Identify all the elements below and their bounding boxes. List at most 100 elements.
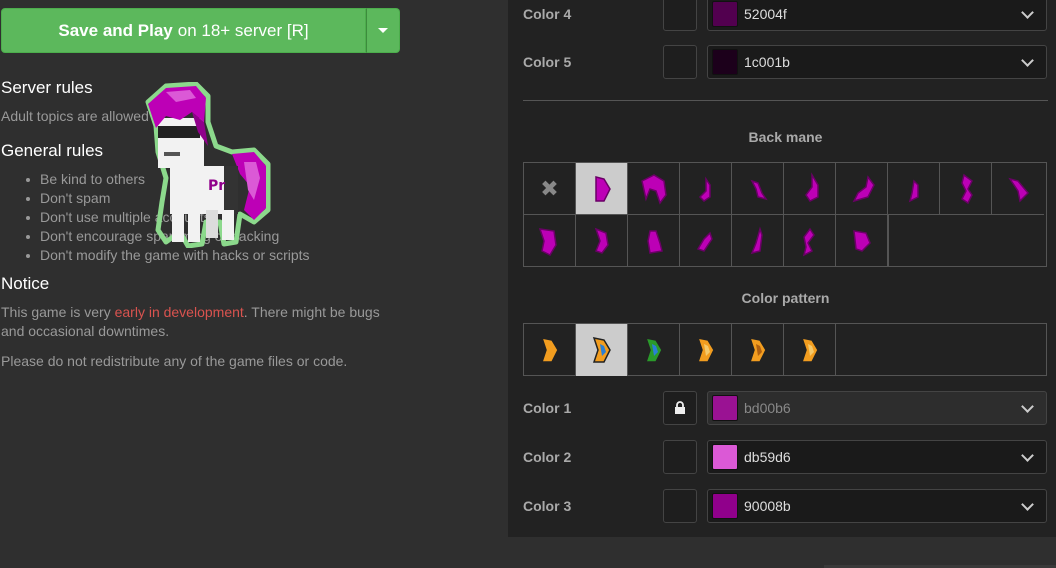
rule-item: Don't modify the game with hacks or scri… [26,247,310,263]
color-3-lock-toggle[interactable] [663,489,697,523]
chevron-down-icon [1021,449,1034,462]
redistribute-notice: Please do not redistribute any of the ga… [1,353,348,369]
back-mane-none-option[interactable]: ✖ [524,163,576,215]
back-mane-option[interactable] [992,163,1044,215]
back-mane-option[interactable] [940,163,992,215]
x-icon: ✖ [540,175,559,201]
back-mane-option[interactable] [628,163,680,215]
color-2-hex: db59d6 [744,449,791,465]
color-1-swatch [712,395,738,421]
mane-shape-icon [640,173,667,205]
color-pattern-option[interactable] [680,324,732,376]
chevron-down-icon [1021,498,1034,511]
back-mane-empty-slot [940,215,992,267]
server-dropdown-toggle[interactable] [366,8,400,53]
back-mane-option[interactable] [628,215,680,267]
back-mane-option[interactable] [836,215,888,267]
mane-shape-icon [804,171,819,202]
back-mane-option[interactable] [576,163,628,215]
color-4-select[interactable]: 52004f [707,0,1047,31]
mane-shape-icon [852,230,871,252]
color-1-label: Color 1 [523,400,572,416]
color-1-lock-toggle[interactable] [663,391,697,425]
color-1-row: Color 1 bd00b6 [523,391,1048,425]
chevron-down-icon [1021,6,1034,19]
play-button-server: on 18+ server [R] [177,20,309,40]
mane-shape-icon [698,176,711,202]
pony-editor-panel: Color 4 52004f Color 5 1c001b Back mane … [508,0,1056,537]
back-mane-option[interactable] [784,163,836,215]
back-mane-title: Back mane [748,129,823,145]
color-pattern-option[interactable] [732,324,784,376]
color-4-row: Color 4 52004f [523,0,1048,31]
back-mane-option[interactable] [680,163,732,215]
server-rules-text: Adult topics are allowed [1,108,149,124]
back-mane-option[interactable] [836,163,888,215]
color-pattern-title: Color pattern [741,290,830,306]
server-rules-heading: Server rules [1,78,93,97]
color-pattern-option[interactable] [628,324,680,376]
color-3-swatch [712,493,738,519]
color-pattern-option[interactable] [784,324,836,376]
back-mane-option[interactable] [680,215,732,267]
back-mane-option[interactable] [732,215,784,267]
general-rules-heading: General rules [1,141,104,160]
back-mane-empty-slot [888,215,940,267]
color-5-row: Color 5 1c001b [523,45,1048,79]
back-mane-option[interactable] [524,215,576,267]
mane-shape-icon [594,227,609,254]
color-5-select[interactable]: 1c001b [707,45,1047,79]
color-2-lock-toggle[interactable] [663,440,697,474]
pattern-shape-icon [696,337,715,363]
color-3-hex: 90008b [744,498,791,514]
mane-shape-icon [852,174,875,202]
pony-preview-image[interactable]: Pr [136,82,272,248]
save-and-play-button[interactable]: Save and Play on 18+ server [R] [1,8,366,53]
color-4-lock-toggle[interactable] [663,0,697,31]
mane-shape-icon [696,231,713,252]
color-pattern-grid [523,323,1047,376]
color-2-select[interactable]: db59d6 [707,440,1047,474]
color-4-hex: 52004f [744,6,787,22]
color-3-row: Color 3 90008b [523,489,1048,523]
mane-shape-icon [1008,177,1030,203]
color-pattern-option[interactable] [524,324,576,376]
color-1-select[interactable]: bd00b6 [707,391,1047,425]
mane-shape-icon [750,226,763,255]
color-2-row: Color 2 db59d6 [523,440,1048,474]
pattern-shape-icon [592,337,611,363]
notice-heading: Notice [1,274,50,293]
mane-shape-icon [594,175,611,202]
color-5-lock-toggle[interactable] [663,45,697,79]
color-3-label: Color 3 [523,498,572,514]
lock-icon [675,401,685,414]
back-mane-option[interactable] [888,163,940,215]
notice-text-start: This game is very [1,304,115,320]
back-mane-option[interactable] [732,163,784,215]
back-mane-option[interactable] [784,215,836,267]
color-3-select[interactable]: 90008b [707,489,1047,523]
mane-shape-icon [908,178,919,202]
mane-shape-icon [538,228,557,256]
pattern-shape-icon [800,337,819,363]
svg-text:Pr: Pr [208,178,225,194]
pattern-shape-icon [540,337,559,363]
back-mane-empty-slot [992,215,1044,267]
pattern-shape-icon [644,337,663,363]
section-divider [523,100,1048,101]
color-4-label: Color 4 [523,6,572,22]
back-mane-option[interactable] [576,215,628,267]
back-mane-grid: ✖ [523,162,1047,267]
early-development-highlight: early in development [114,304,244,320]
play-button-group: Save and Play on 18+ server [R] [1,8,400,53]
mane-shape-icon [750,179,768,200]
color-2-label: Color 2 [523,449,572,465]
color-5-label: Color 5 [523,54,572,70]
mane-shape-icon [646,230,663,254]
chevron-down-icon [1021,54,1034,67]
play-button-bold: Save and Play [58,20,173,40]
color-2-swatch [712,444,738,470]
pattern-shape-icon [748,337,767,363]
color-1-hex: bd00b6 [744,400,791,416]
color-pattern-option[interactable] [576,324,628,376]
